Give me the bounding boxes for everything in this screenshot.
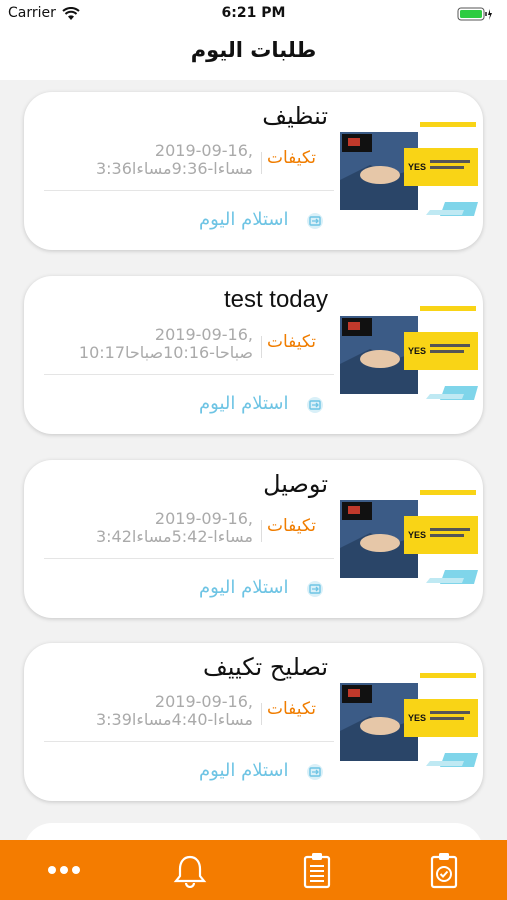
svg-text:YES: YES bbox=[408, 530, 426, 540]
battery-icon bbox=[457, 7, 492, 21]
receive-today-button[interactable]: استلام اليوم bbox=[199, 393, 288, 414]
clipboard-list-icon bbox=[303, 853, 331, 889]
order-date-line1: 2019-09-16, bbox=[154, 509, 253, 528]
order-title: تنظيف bbox=[262, 102, 328, 130]
order-date-line2: 3:39مساءا-4:40مساءا bbox=[95, 710, 253, 729]
svg-text:YES: YES bbox=[408, 346, 426, 356]
clipboard-check-icon bbox=[430, 853, 458, 889]
order-thumbnail: YES bbox=[340, 120, 478, 224]
divider bbox=[44, 374, 334, 375]
divider bbox=[261, 336, 262, 358]
order-card[interactable]: YES تصليح تكييف تكيفات 2019-09-16, 3:39م… bbox=[24, 643, 483, 801]
order-date-line2: 3:42مساءا-5:42مساءا bbox=[95, 527, 253, 546]
order-date-line1: 2019-09-16, bbox=[154, 141, 253, 160]
svg-text:YES: YES bbox=[408, 162, 426, 172]
page-title: طلبات اليوم bbox=[190, 38, 317, 62]
order-thumbnail: YES bbox=[340, 671, 478, 775]
clock: 6:21 PM bbox=[221, 5, 286, 21]
order-card[interactable]: YES test today تكيفات 2019-09-16, 10:17ص… bbox=[24, 276, 483, 434]
divider bbox=[44, 190, 334, 191]
more-dots-icon bbox=[48, 866, 80, 874]
divider bbox=[44, 741, 334, 742]
order-date-line1: 2019-09-16, bbox=[154, 692, 253, 711]
calendar-refresh-icon[interactable] bbox=[306, 396, 324, 414]
divider bbox=[261, 703, 262, 725]
order-thumbnail: YES bbox=[340, 488, 478, 592]
order-title: test today bbox=[223, 286, 328, 313]
tab-notifications[interactable] bbox=[170, 850, 210, 890]
order-date: 2019-09-16, 3:36مساءا-9:36مساءا bbox=[96, 142, 253, 178]
order-date: 2019-09-16, 3:39مساءا-4:40مساءا bbox=[96, 693, 253, 729]
order-date: 2019-09-16, 3:42مساءا-5:42مساءا bbox=[96, 510, 253, 546]
order-date: 2019-09-16, 10:17صباحا-10:16صباحا bbox=[79, 326, 253, 362]
order-date-line2: 3:36مساءا-9:36مساءا bbox=[95, 159, 253, 178]
receive-today-button[interactable]: استلام اليوم bbox=[199, 760, 288, 781]
divider bbox=[261, 152, 262, 174]
order-card[interactable]: YES توصيل تكيفات 2019-09-16, 3:42مساءا-5… bbox=[24, 460, 483, 618]
tab-bar bbox=[0, 840, 507, 900]
receive-today-button[interactable]: استلام اليوم bbox=[199, 577, 288, 598]
order-card[interactable]: YES تنظيف تكيفات 2019-09-16, 3:36مساءا-9… bbox=[24, 92, 483, 250]
order-date-line2: 10:17صباحا-10:16صباحا bbox=[78, 343, 253, 362]
order-category: تكيفات bbox=[267, 332, 317, 352]
divider bbox=[261, 520, 262, 542]
navigation-bar: طلبات اليوم bbox=[0, 28, 507, 80]
divider bbox=[44, 558, 334, 559]
order-category: تكيفات bbox=[267, 699, 317, 719]
calendar-refresh-icon[interactable] bbox=[306, 212, 324, 230]
tab-more[interactable] bbox=[44, 850, 84, 890]
tab-orders-list[interactable] bbox=[297, 850, 337, 890]
calendar-refresh-icon[interactable] bbox=[306, 763, 324, 781]
status-bar: Carrier 6:21 PM bbox=[0, 0, 507, 28]
order-title: تصليح تكييف bbox=[202, 653, 328, 681]
order-thumbnail: YES bbox=[340, 304, 478, 408]
order-category: تكيفات bbox=[267, 148, 317, 168]
receive-today-button[interactable]: استلام اليوم bbox=[199, 209, 288, 230]
svg-text:YES: YES bbox=[408, 713, 426, 723]
order-category: تكيفات bbox=[267, 516, 317, 536]
tab-today-orders[interactable] bbox=[424, 850, 464, 890]
order-title: توصيل bbox=[263, 470, 328, 498]
bell-icon bbox=[173, 855, 207, 888]
calendar-refresh-icon[interactable] bbox=[306, 580, 324, 598]
order-date-line1: 2019-09-16, bbox=[154, 325, 253, 344]
